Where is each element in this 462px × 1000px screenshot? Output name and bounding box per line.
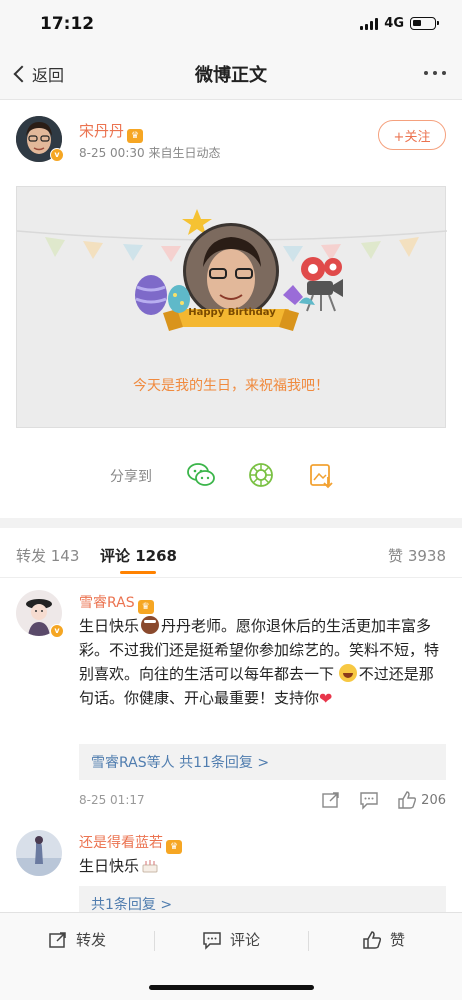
commenter-name-text: 还是得看蓝若 — [79, 835, 163, 851]
birthday-card[interactable]: Happy Birthday 今天是我的生日，来祝福我吧！ — [16, 186, 447, 428]
verified-badge-icon: v — [50, 624, 64, 638]
commenter-name-text: 雪睿RAS — [79, 595, 135, 611]
like-label: 赞 — [390, 931, 406, 949]
battery-icon — [410, 17, 439, 30]
vip-crown-icon: ♛ — [127, 129, 144, 143]
save-image-icon[interactable] — [306, 460, 336, 490]
repost-icon[interactable] — [321, 790, 341, 810]
comment-date: 8-25 01:17 — [79, 793, 145, 807]
tab-comments[interactable]: 评论 1268 — [100, 545, 177, 566]
section-divider — [0, 518, 462, 528]
author-name-text: 宋丹丹 — [79, 122, 125, 140]
cake-emoji-icon — [142, 860, 158, 873]
comment-item: 还是得看蓝若 ♛ 生日快乐 共1条回复 > — [0, 828, 462, 922]
comment-footer: 8-25 01:17 206 — [79, 790, 446, 812]
heart-icon: ❤ — [319, 689, 333, 708]
status-indicators: 4G — [360, 16, 439, 31]
card-caption: 今天是我的生日，来祝福我吧！ — [133, 378, 329, 394]
tab-likes[interactable]: 赞 3938 — [388, 545, 446, 566]
verified-badge-icon: v — [50, 148, 64, 162]
like-icon[interactable] — [397, 790, 417, 810]
comment-text: 生日快乐 丹丹老师。愿你退休后的生活更加丰富多彩。不过我们还是挺希望你参加综艺的。… — [79, 614, 447, 711]
page-title: 微博正文 — [195, 65, 267, 86]
separator — [308, 931, 309, 951]
home-indicator[interactable] — [149, 985, 314, 990]
tab-reposts[interactable]: 转发 143 — [16, 545, 79, 566]
status-time: 17:12 — [40, 14, 95, 34]
vip-crown-icon: ♛ — [166, 840, 182, 854]
vip-crown-icon: ♛ — [137, 600, 154, 614]
signal-icon — [360, 17, 379, 30]
comment-icon — [203, 931, 221, 950]
cake-emoji-icon — [141, 616, 160, 634]
nav-bar: 返回 微博正文 — [0, 48, 462, 100]
laughing-emoji-icon — [338, 664, 357, 682]
comment-like-count: 206 — [421, 793, 446, 808]
network-type: 4G — [384, 16, 404, 31]
comment-label: 评论 — [230, 931, 261, 949]
ribbon-text: Happy Birthday — [188, 307, 276, 318]
commenter-name[interactable]: 还是得看蓝若 ♛ — [79, 832, 182, 854]
post-meta: 8-25 00:30 来自生日动态 — [79, 146, 221, 160]
comment-text: 生日快乐 — [79, 854, 447, 878]
comment-text-part: 生日快乐 — [79, 857, 140, 875]
wechat-icon[interactable] — [186, 460, 216, 490]
repost-icon — [49, 931, 66, 948]
like-icon — [363, 930, 382, 949]
interaction-tabs: 转发 143 评论 1268 赞 3938 — [0, 528, 462, 578]
repost-button[interactable]: 转发 — [48, 929, 106, 950]
repost-label: 转发 — [76, 931, 107, 949]
more-options-icon[interactable] — [424, 71, 446, 75]
comment-icon[interactable] — [359, 790, 379, 810]
share-row: 分享到 — [0, 458, 462, 492]
post-author-name[interactable]: 宋丹丹 ♛ — [79, 120, 144, 143]
commenter-avatar[interactable] — [16, 830, 62, 876]
like-button[interactable]: 赞 — [362, 929, 405, 950]
status-bar: 17:12 4G — [0, 0, 462, 48]
moments-icon[interactable] — [246, 460, 276, 490]
separator — [154, 931, 155, 951]
reply-summary[interactable]: 雪睿RAS等人 共11条回复 > — [79, 744, 446, 780]
share-label: 分享到 — [110, 469, 152, 485]
post-header: v 宋丹丹 ♛ 8-25 00:30 来自生日动态 +关注 — [0, 112, 462, 168]
active-tab-indicator — [120, 571, 156, 574]
comment-text-part: 生日快乐 — [79, 617, 140, 635]
follow-button[interactable]: +关注 — [378, 120, 446, 150]
commenter-name[interactable]: 雪睿RAS ♛ — [79, 592, 154, 614]
comment-button[interactable]: 评论 — [202, 929, 260, 950]
comment-item: v 雪睿RAS ♛ 生日快乐 丹丹老师。愿你退休后的生活更加丰富多彩。不过我们还是挺… — [0, 588, 462, 818]
